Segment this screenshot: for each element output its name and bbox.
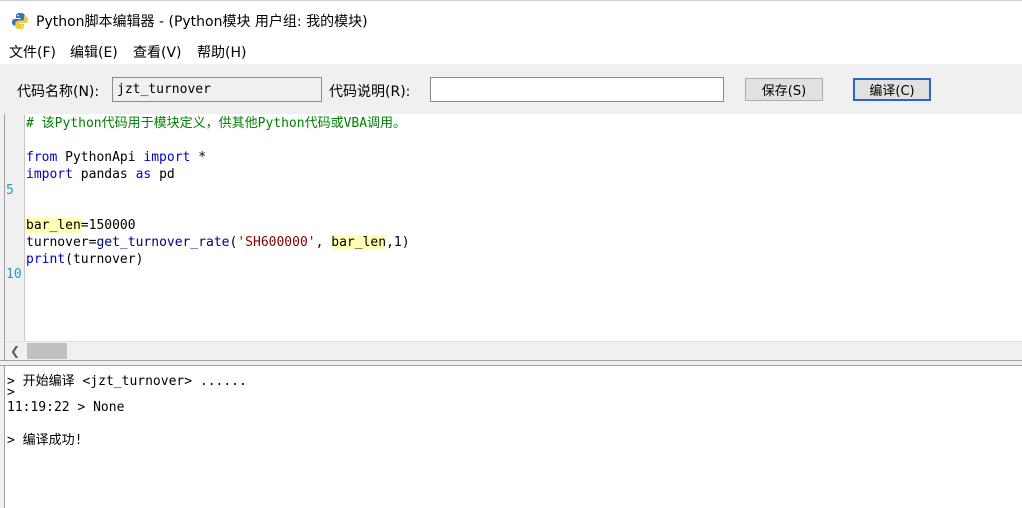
code-line: print(turnover) bbox=[26, 251, 143, 268]
code-keyword: from bbox=[26, 150, 58, 165]
title-bar: Python脚本编辑器 - (Python模块 用户组: 我的模块) bbox=[0, 0, 1022, 36]
menu-help[interactable]: 帮助(H) bbox=[197, 42, 246, 62]
code-line: from PythonApi import * bbox=[26, 149, 206, 166]
code-text: pd bbox=[151, 167, 175, 182]
code-comment: # 该Python代码用于模块定义，供其他Python代码或VBA调用。 bbox=[26, 116, 407, 131]
code-text: =150000 bbox=[80, 218, 136, 233]
code-keyword: import bbox=[143, 150, 191, 165]
code-keyword: as bbox=[135, 167, 152, 182]
code-text: , bbox=[315, 235, 332, 250]
horizontal-scrollbar[interactable]: ❮ bbox=[5, 341, 1022, 360]
python-logo-icon bbox=[12, 13, 28, 29]
output-line: > 编译成功! bbox=[7, 433, 83, 448]
code-text: (turnover) bbox=[65, 252, 144, 267]
code-keyword: print bbox=[26, 252, 66, 267]
code-text: * bbox=[190, 150, 207, 165]
code-line: turnover=get_turnover_rate('SH600000', b… bbox=[26, 234, 410, 251]
scrollbar-thumb[interactable] bbox=[27, 343, 67, 359]
code-description-input[interactable] bbox=[430, 77, 724, 102]
code-text: PythonApi bbox=[57, 150, 144, 165]
code-string: 'SH600000' bbox=[237, 235, 316, 250]
save-button[interactable]: 保存(S) bbox=[745, 78, 823, 101]
menu-file[interactable]: 文件(F) bbox=[9, 42, 56, 62]
menu-edit[interactable]: 编辑(E) bbox=[70, 42, 118, 62]
menu-bar: 文件(F) 编辑(E) 查看(V) 帮助(H) bbox=[0, 36, 1022, 64]
code-variable-highlight: bar_len bbox=[26, 218, 81, 233]
output-panel: > 开始编译 <jzt_turnover> ...... > 11:19:22 … bbox=[4, 366, 1022, 508]
output-line: > bbox=[7, 385, 15, 400]
line-number: 5 bbox=[6, 183, 14, 198]
code-function: get_turnover_rate bbox=[96, 235, 230, 250]
code-description-label: 代码说明(R): bbox=[329, 84, 411, 100]
code-line: import pandas as pd bbox=[26, 166, 175, 183]
code-editor[interactable]: 5 10 # 该Python代码用于模块定义，供其他Python代码或VBA调用… bbox=[4, 114, 1022, 360]
code-name-input[interactable] bbox=[112, 77, 322, 102]
code-text: ,1) bbox=[386, 235, 410, 250]
menu-view[interactable]: 查看(V) bbox=[133, 42, 182, 62]
compile-button[interactable]: 编译(C) bbox=[853, 78, 931, 101]
code-keyword: import bbox=[26, 167, 73, 182]
toolbar: 代码名称(N): 代码说明(R): 保存(S) 编译(C) bbox=[0, 64, 1022, 114]
code-variable-highlight: bar_len bbox=[331, 235, 387, 250]
code-line: # 该Python代码用于模块定义，供其他Python代码或VBA调用。 bbox=[26, 115, 406, 132]
code-text: pandas bbox=[72, 167, 136, 182]
code-name-label: 代码名称(N): bbox=[17, 84, 100, 100]
output-line: > 开始编译 <jzt_turnover> ...... bbox=[7, 374, 247, 389]
line-number-gutter: 5 10 bbox=[5, 114, 25, 341]
code-line: bar_len=150000 bbox=[26, 217, 136, 234]
line-number: 10 bbox=[6, 267, 22, 282]
output-line: 11:19:22 > None bbox=[7, 400, 125, 415]
window-title: Python脚本编辑器 - (Python模块 用户组: 我的模块) bbox=[36, 14, 368, 30]
code-text: turnover= bbox=[26, 235, 97, 250]
scroll-left-icon[interactable]: ❮ bbox=[10, 344, 20, 358]
